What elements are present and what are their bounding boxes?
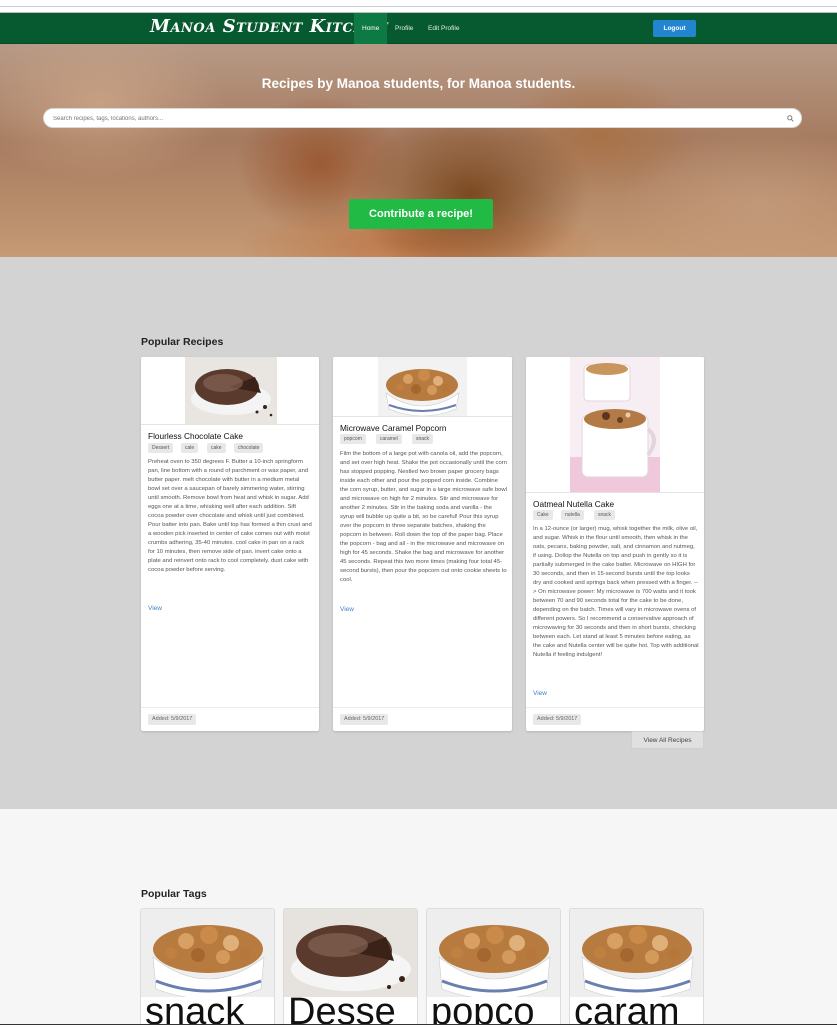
recipe-tag[interactable]: snack bbox=[412, 434, 434, 444]
search-input[interactable] bbox=[53, 112, 773, 125]
popular-tags-heading: Popular Tags bbox=[141, 888, 207, 900]
recipe-tag[interactable]: Cake bbox=[533, 510, 553, 520]
chocolate-cake-photo-icon bbox=[284, 909, 417, 997]
view-recipe-link[interactable]: View bbox=[533, 690, 547, 697]
view-recipe-link[interactable]: View bbox=[340, 606, 354, 613]
popular-recipes-heading: Popular Recipes bbox=[141, 336, 224, 348]
tag-card-caramel[interactable]: caram bbox=[569, 908, 704, 1028]
recipe-tag[interactable]: chocolate bbox=[234, 443, 264, 453]
nav-edit-profile[interactable]: Edit Profile bbox=[420, 13, 467, 44]
caramel-popcorn-photo-icon bbox=[570, 909, 703, 997]
recipe-card[interactable]: Oatmeal Nutella Cake Cake nutella snack … bbox=[526, 357, 704, 731]
recipe-card[interactable]: Microwave Caramel Popcorn popcorn carame… bbox=[333, 357, 512, 731]
recipe-image[interactable] bbox=[526, 357, 704, 493]
search-bar[interactable] bbox=[43, 108, 802, 128]
tag-card-popcorn[interactable]: popco bbox=[426, 908, 561, 1028]
date-added-badge: Added: 5/9/2017 bbox=[533, 714, 582, 725]
top-navbar: Manoa Student Kitchen Home Profile Edit … bbox=[0, 13, 837, 44]
search-icon[interactable] bbox=[787, 115, 794, 122]
caramel-popcorn-photo-icon bbox=[141, 909, 274, 997]
recipe-description: Film the bottom of a large pot with cano… bbox=[340, 451, 507, 583]
tag-card-label[interactable]: popco bbox=[431, 993, 535, 1028]
hero-banner: Recipes by Manoa students, for Manoa stu… bbox=[0, 44, 837, 257]
recipe-title[interactable]: Oatmeal Nutella Cake bbox=[533, 499, 614, 509]
recipe-tag[interactable]: snack bbox=[594, 510, 616, 520]
recipe-tag[interactable]: Dessert bbox=[148, 443, 174, 453]
chocolate-cake-photo-icon bbox=[185, 357, 277, 424]
recipe-title[interactable]: Microwave Caramel Popcorn bbox=[340, 423, 447, 433]
card-footer: Added: 5/9/2017 bbox=[333, 707, 512, 731]
recipe-tag[interactable]: cake bbox=[207, 443, 226, 453]
recipe-image[interactable] bbox=[333, 357, 512, 417]
popular-recipes-section: Popular Recipes Flourless Chocolate Cake… bbox=[0, 257, 837, 809]
recipe-card[interactable]: Flourless Chocolate Cake Dessert cale ca… bbox=[141, 357, 319, 731]
recipe-tag[interactable]: cale bbox=[181, 443, 199, 453]
tag-card-snack[interactable]: snack bbox=[140, 908, 275, 1028]
recipe-tag[interactable]: nutella bbox=[561, 510, 584, 520]
recipe-image[interactable] bbox=[141, 357, 319, 425]
hero-title: Recipes by Manoa students, for Manoa stu… bbox=[261, 76, 576, 91]
nav-home[interactable]: Home bbox=[354, 13, 388, 44]
view-all-recipes-button[interactable]: View All Recipes bbox=[631, 731, 704, 749]
tag-card-label[interactable]: caram bbox=[574, 993, 680, 1028]
recipe-description: Preheat oven to 350 degrees F. Butter a … bbox=[148, 459, 312, 573]
caramel-popcorn-photo-icon bbox=[427, 909, 560, 997]
popular-tags-section: Popular Tags snack Desse popco caram bbox=[0, 809, 837, 1028]
logout-button[interactable]: Logout bbox=[653, 20, 696, 37]
tag-card-dessert[interactable]: Desse bbox=[283, 908, 418, 1028]
card-footer: Added: 5/9/2017 bbox=[526, 707, 704, 731]
view-recipe-link[interactable]: View bbox=[148, 605, 162, 612]
recipe-tag[interactable]: popcorn bbox=[340, 434, 367, 444]
nav-profile[interactable]: Profile bbox=[387, 13, 421, 44]
caramel-popcorn-photo-icon bbox=[378, 357, 467, 416]
contribute-recipe-button[interactable]: Contribute a recipe! bbox=[349, 199, 493, 229]
nutella-mug-cake-photo-icon bbox=[570, 357, 660, 492]
date-added-badge: Added: 5/9/2017 bbox=[340, 714, 389, 725]
recipe-tag[interactable]: caramel bbox=[376, 434, 402, 444]
card-footer: Added: 5/9/2017 bbox=[141, 707, 319, 731]
browser-top-edge bbox=[0, 0, 837, 13]
date-added-badge: Added: 5/9/2017 bbox=[148, 714, 197, 725]
tag-card-label[interactable]: Desse bbox=[288, 993, 396, 1028]
recipe-title[interactable]: Flourless Chocolate Cake bbox=[148, 431, 243, 441]
window-bottom-edge bbox=[0, 1024, 837, 1028]
recipe-description: In a 12-ounce (or larger) mug, whisk tog… bbox=[533, 526, 699, 658]
tag-card-label[interactable]: snack bbox=[145, 993, 244, 1028]
